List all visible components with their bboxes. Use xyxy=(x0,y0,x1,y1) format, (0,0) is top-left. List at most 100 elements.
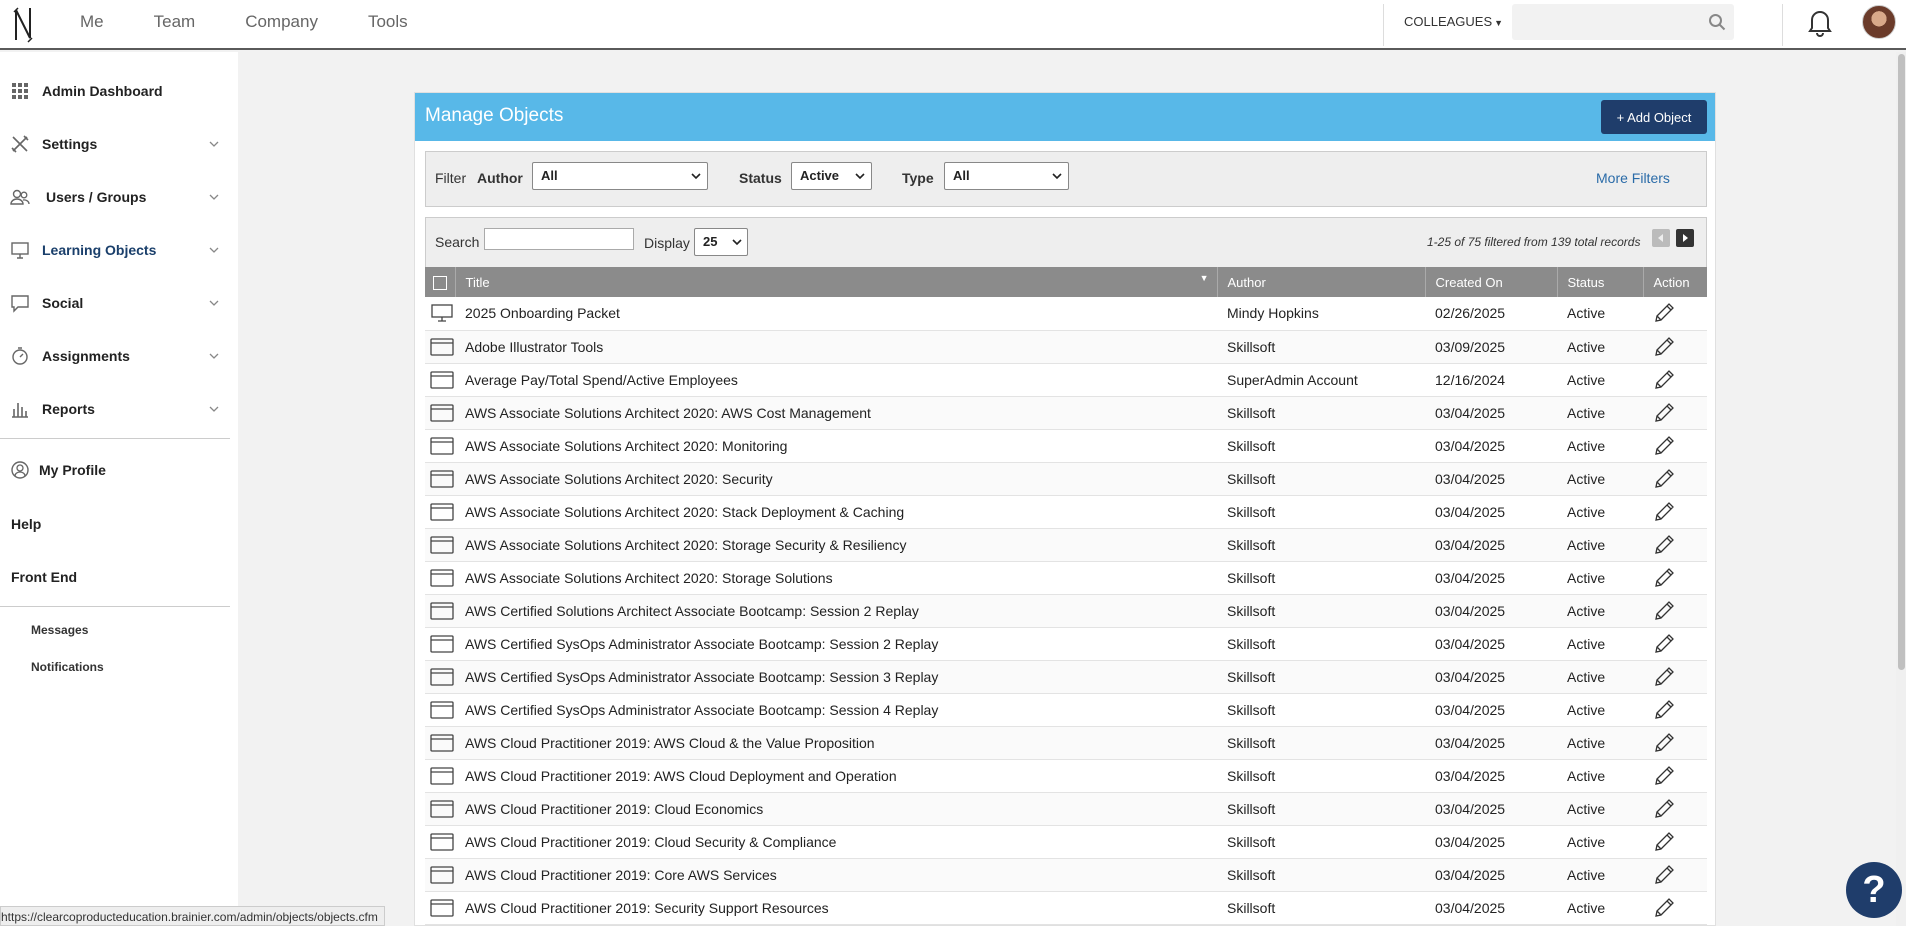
sidebar-item-assignments[interactable]: Assignments xyxy=(0,336,238,376)
row-title[interactable]: AWS Associate Solutions Architect 2020: … xyxy=(455,528,1217,562)
row-title[interactable]: AWS Cloud Practitioner 2019: AWS Cloud &… xyxy=(455,726,1217,760)
type-select[interactable]: All xyxy=(944,162,1069,190)
author-select[interactable]: All xyxy=(532,162,708,190)
row-action[interactable] xyxy=(1643,858,1707,892)
table-row[interactable]: 2025 Onboarding Packet Mindy Hopkins 02/26… xyxy=(425,297,1707,331)
row-title[interactable]: AWS Cloud Practitioner 2019: Security Su… xyxy=(455,891,1217,925)
edit-button[interactable] xyxy=(1653,732,1707,754)
table-row[interactable]: AWS Associate Solutions Architect 2020: … xyxy=(425,462,1707,496)
prev-page-button[interactable] xyxy=(1652,229,1670,247)
nav-company[interactable]: Company xyxy=(245,12,318,32)
row-action[interactable] xyxy=(1643,330,1707,364)
edit-button[interactable] xyxy=(1653,831,1707,853)
brand-logo[interactable] xyxy=(12,4,34,44)
avatar[interactable] xyxy=(1862,5,1896,39)
table-row[interactable]: AWS Associate Solutions Architect 2020: … xyxy=(425,396,1707,430)
help-button[interactable]: ? xyxy=(1846,862,1902,918)
row-action[interactable] xyxy=(1643,297,1707,331)
sidebar-item-settings[interactable]: Settings xyxy=(0,124,238,164)
row-action[interactable] xyxy=(1643,825,1707,859)
table-row[interactable]: AWS Associate Solutions Architect 2020: … xyxy=(425,495,1707,529)
column-created-on[interactable]: Created On xyxy=(1425,267,1558,297)
row-action[interactable] xyxy=(1643,627,1707,661)
table-row[interactable]: AWS Cloud Practitioner 2019: Core AWS Se… xyxy=(425,858,1707,892)
edit-button[interactable] xyxy=(1653,897,1707,919)
edit-button[interactable] xyxy=(1653,402,1707,424)
sidebar-link-notifications[interactable]: Notifications xyxy=(31,660,104,674)
table-row[interactable]: AWS Cloud Practitioner 2019: Cloud Econo… xyxy=(425,792,1707,826)
sidebar-item-learning-objects[interactable]: Learning Objects xyxy=(0,230,238,270)
search-input[interactable] xyxy=(484,228,634,250)
sidebar-item-reports[interactable]: Reports xyxy=(0,389,238,429)
row-action[interactable] xyxy=(1643,891,1707,925)
table-row[interactable]: AWS Certified Solutions Architect Associ… xyxy=(425,594,1707,628)
row-title[interactable]: AWS Certified SysOps Administrator Assoc… xyxy=(455,627,1217,661)
row-action[interactable] xyxy=(1643,759,1707,793)
table-row[interactable]: AWS Certified SysOps Administrator Assoc… xyxy=(425,660,1707,694)
row-title[interactable]: AWS Cloud Practitioner 2019: Cloud Secur… xyxy=(455,825,1217,859)
sidebar-link-messages[interactable]: Messages xyxy=(31,623,88,637)
table-row[interactable]: AWS Associate Solutions Architect 2020: … xyxy=(425,429,1707,463)
sidebar-item-admin-dashboard[interactable]: Admin Dashboard xyxy=(0,71,238,111)
edit-button[interactable] xyxy=(1653,765,1707,787)
row-title[interactable]: AWS Certified Solutions Architect Associ… xyxy=(455,594,1217,628)
row-title[interactable]: AWS Certified SysOps Administrator Assoc… xyxy=(455,693,1217,727)
row-action[interactable] xyxy=(1643,396,1707,430)
row-title[interactable]: AWS Associate Solutions Architect 2020: … xyxy=(455,429,1217,463)
sidebar-item-help[interactable]: Help xyxy=(0,504,238,544)
table-row[interactable]: AWS Cloud Practitioner 2019: AWS Cloud D… xyxy=(425,759,1707,793)
edit-button[interactable] xyxy=(1653,435,1707,457)
row-action[interactable] xyxy=(1643,693,1707,727)
row-title[interactable]: AWS Associate Solutions Architect 2020: … xyxy=(455,396,1217,430)
row-title[interactable]: AWS Cloud Practitioner 2019: Cloud Econo… xyxy=(455,792,1217,826)
row-title[interactable]: AWS Associate Solutions Architect 2020: … xyxy=(455,561,1217,595)
bell-icon[interactable] xyxy=(1806,7,1834,37)
sidebar-item-social[interactable]: Social xyxy=(0,283,238,323)
edit-button[interactable] xyxy=(1653,369,1707,391)
table-row[interactable]: AWS Associate Solutions Architect 2020: … xyxy=(425,561,1707,595)
row-action[interactable] xyxy=(1643,462,1707,496)
scrollbar-thumb[interactable] xyxy=(1898,54,1905,670)
row-title[interactable]: AWS Associate Solutions Architect 2020: … xyxy=(455,495,1217,529)
edit-button[interactable] xyxy=(1653,468,1707,490)
table-row[interactable]: AWS Cloud Practitioner 2019: Security Su… xyxy=(425,891,1707,925)
table-row[interactable]: AWS Associate Solutions Architect 2020: … xyxy=(425,528,1707,562)
table-row[interactable]: AWS Certified SysOps Administrator Assoc… xyxy=(425,627,1707,661)
edit-button[interactable] xyxy=(1653,864,1707,886)
edit-button[interactable] xyxy=(1653,336,1707,358)
edit-button[interactable] xyxy=(1653,633,1707,655)
row-title[interactable]: AWS Associate Solutions Architect 2020: … xyxy=(455,462,1217,496)
row-action[interactable] xyxy=(1643,660,1707,694)
sidebar-item-my-profile[interactable]: My Profile xyxy=(0,450,238,490)
more-filters-link[interactable]: More Filters xyxy=(1596,170,1670,186)
table-row[interactable]: Adobe Illustrator Tools Skillsoft 03/09/20… xyxy=(425,330,1707,364)
row-title[interactable]: AWS Cloud Practitioner 2019: AWS Cloud D… xyxy=(455,759,1217,793)
edit-button[interactable] xyxy=(1653,534,1707,556)
table-row[interactable]: AWS Cloud Practitioner 2019: Cloud Secur… xyxy=(425,825,1707,859)
edit-button[interactable] xyxy=(1653,302,1707,324)
table-row[interactable]: AWS Cloud Practitioner 2019: AWS Cloud &… xyxy=(425,726,1707,760)
edit-button[interactable] xyxy=(1653,600,1707,622)
sidebar-item-front-end[interactable]: Front End xyxy=(0,557,238,597)
row-action[interactable] xyxy=(1643,495,1707,529)
row-action[interactable] xyxy=(1643,594,1707,628)
column-title[interactable]: Title ▼ xyxy=(455,267,1218,297)
nav-team[interactable]: Team xyxy=(154,12,196,32)
global-search-input[interactable] xyxy=(1512,4,1692,40)
row-action[interactable] xyxy=(1643,429,1707,463)
nav-tools[interactable]: Tools xyxy=(368,12,408,32)
row-action[interactable] xyxy=(1643,792,1707,826)
column-status[interactable]: Status xyxy=(1557,267,1644,297)
add-object-button[interactable]: + Add Object xyxy=(1601,100,1707,134)
row-title[interactable]: AWS Certified SysOps Administrator Assoc… xyxy=(455,660,1217,694)
edit-button[interactable] xyxy=(1653,798,1707,820)
table-row[interactable]: Average Pay/Total Spend/Active Employees… xyxy=(425,363,1707,397)
row-action[interactable] xyxy=(1643,726,1707,760)
display-select[interactable]: 25 xyxy=(694,228,748,256)
row-action[interactable] xyxy=(1643,561,1707,595)
column-author[interactable]: Author xyxy=(1217,267,1426,297)
select-all-checkbox[interactable] xyxy=(433,275,447,290)
row-action[interactable] xyxy=(1643,528,1707,562)
colleagues-dropdown[interactable]: COLLEAGUES ▼ xyxy=(1404,14,1503,29)
nav-me[interactable]: Me xyxy=(80,12,104,32)
